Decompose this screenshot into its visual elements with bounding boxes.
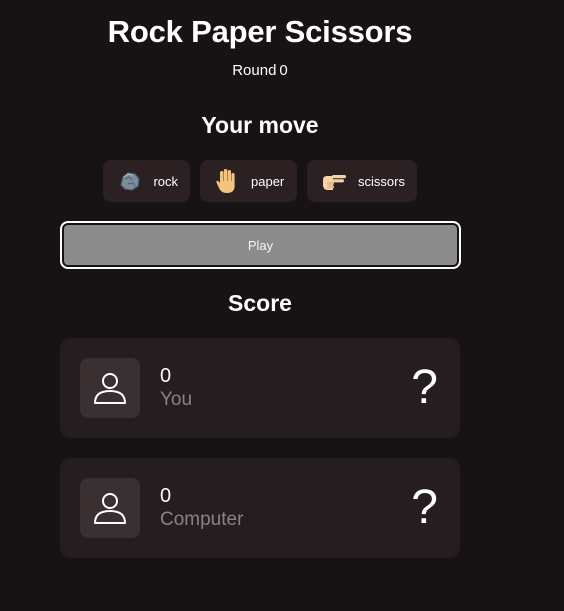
computer-choice: ?: [411, 481, 438, 534]
victory-hand-icon: [319, 166, 349, 196]
raised-hand-icon: [212, 166, 242, 196]
move-options: rock paper scissors: [103, 160, 417, 202]
player-name: You: [160, 389, 193, 410]
round-label: Round: [232, 62, 277, 79]
score-heading: Score: [228, 290, 292, 316]
rock-label: rock: [153, 173, 178, 189]
paper-label: paper: [251, 173, 285, 189]
rock-button[interactable]: rock: [103, 160, 190, 202]
computer-score: 0: [160, 485, 172, 507]
computer-name: Computer: [160, 509, 244, 530]
rock-icon: [115, 166, 144, 196]
user-icon: [80, 358, 140, 418]
round-number: 0: [279, 62, 288, 79]
user-icon: [80, 478, 140, 538]
paper-button[interactable]: paper: [200, 160, 297, 202]
your-move-heading: Your move: [201, 112, 319, 138]
computer-score-card: 0 Computer ?: [60, 458, 460, 558]
round-indicator: Round 0: [0, 62, 520, 79]
page-title: Rock Paper Scissors: [107, 14, 413, 49]
player-score-card: 0 You ?: [60, 338, 460, 438]
play-button[interactable]: Play: [60, 221, 461, 269]
app: Rock Paper Scissors Round 0 Your move roc…: [0, 0, 564, 611]
player-choice: ?: [411, 361, 438, 414]
scissors-label: scissors: [358, 173, 405, 189]
player-score: 0: [160, 365, 172, 387]
scissors-button[interactable]: scissors: [307, 160, 417, 202]
